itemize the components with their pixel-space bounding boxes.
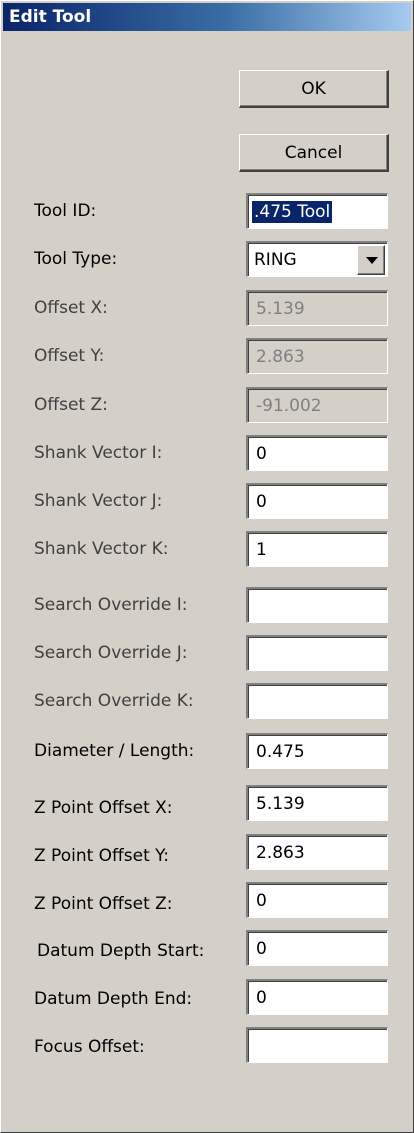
focus-offset-label: Focus Offset:: [34, 1037, 145, 1057]
z-point-offset-x-field[interactable]: [246, 785, 388, 821]
offset-x-field: [246, 290, 388, 326]
edit-tool-dialog: Edit Tool OK Cancel Tool ID: .475 Tool T…: [0, 0, 414, 1133]
ok-button[interactable]: OK: [239, 70, 389, 108]
shank-vector-j-field[interactable]: [246, 483, 388, 519]
datum-depth-end-label: Datum Depth End:: [34, 989, 193, 1009]
shank-vector-k-field[interactable]: [246, 531, 388, 567]
tool-id-field[interactable]: .475 Tool: [246, 193, 388, 229]
datum-depth-end-field[interactable]: [246, 979, 388, 1015]
tool-type-select[interactable]: RING: [246, 241, 388, 277]
shank-vector-j-label: Shank Vector J:: [34, 491, 163, 511]
tool-id-label: Tool ID:: [34, 201, 97, 221]
title-bar[interactable]: Edit Tool: [3, 3, 411, 31]
search-override-i-field[interactable]: [246, 587, 388, 623]
diameter-length-label: Diameter / Length:: [34, 741, 195, 761]
z-point-offset-z-label: Z Point Offset Z:: [34, 894, 173, 914]
window-title: Edit Tool: [9, 7, 92, 27]
datum-depth-start-field[interactable]: [246, 930, 388, 966]
cancel-button[interactable]: Cancel: [239, 134, 389, 172]
offset-x-label: Offset X:: [34, 298, 108, 318]
offset-z-label: Offset Z:: [34, 395, 108, 415]
tool-type-label: Tool Type:: [34, 249, 118, 269]
z-point-offset-y-field[interactable]: [246, 834, 388, 870]
offset-z-field: [246, 387, 388, 423]
tool-type-value: RING: [254, 250, 297, 270]
z-point-offset-z-field[interactable]: [246, 882, 388, 918]
search-override-k-field[interactable]: [246, 683, 388, 719]
search-override-j-field[interactable]: [246, 635, 388, 671]
datum-depth-start-label: Datum Depth Start:: [37, 941, 205, 961]
shank-vector-i-field[interactable]: [246, 435, 388, 471]
offset-y-field: [246, 338, 388, 374]
diameter-length-field[interactable]: [246, 733, 388, 769]
search-override-j-label: Search Override J:: [34, 643, 188, 663]
tool-id-value: .475 Tool: [252, 200, 333, 223]
shank-vector-i-label: Shank Vector I:: [34, 443, 163, 463]
chevron-down-icon: [366, 257, 378, 264]
offset-y-label: Offset Y:: [34, 346, 105, 366]
z-point-offset-x-label: Z Point Offset X:: [34, 798, 173, 818]
search-override-k-label: Search Override K:: [34, 691, 194, 711]
dropdown-button[interactable]: [357, 245, 385, 275]
focus-offset-field[interactable]: [246, 1027, 388, 1063]
shank-vector-k-label: Shank Vector K:: [34, 539, 169, 559]
search-override-i-label: Search Override I:: [34, 595, 188, 615]
z-point-offset-y-label: Z Point Offset Y:: [34, 846, 169, 866]
